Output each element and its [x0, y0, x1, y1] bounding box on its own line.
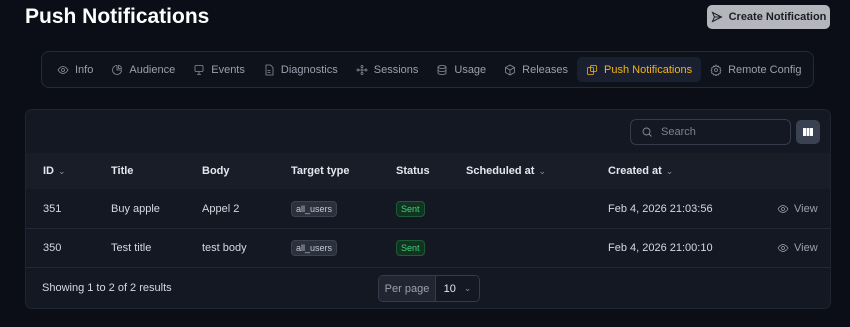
tab-label: Events: [211, 63, 245, 76]
eye-icon: [777, 205, 789, 213]
cell-status: Sent: [396, 228, 425, 268]
results-summary: Showing 1 to 2 of 2 results: [42, 282, 172, 294]
view-label: View: [794, 203, 818, 215]
tab-sessions[interactable]: Sessions: [347, 57, 428, 82]
tab-label: Info: [75, 63, 94, 76]
column-header-label: Target type: [291, 165, 350, 177]
table-row: 350 Test title test body all_users Sent …: [26, 228, 830, 268]
columns-button[interactable]: [796, 120, 820, 144]
view-link[interactable]: View: [777, 228, 818, 268]
column-header-title: Title: [111, 153, 133, 189]
cell-body: Appel 2: [202, 203, 240, 215]
network-icon: [356, 64, 368, 75]
columns-icon: [803, 128, 813, 136]
per-page-value: 10: [443, 282, 456, 295]
cell-id: 351: [43, 203, 62, 215]
tab-label: Sessions: [373, 63, 419, 76]
view-link[interactable]: View: [777, 189, 818, 229]
search-icon: [642, 127, 652, 137]
per-page-control: Per page 10 ⌄: [378, 275, 480, 302]
chevron-down-icon: ⌄: [665, 165, 674, 176]
tab-info[interactable]: Info: [48, 57, 102, 82]
tab-label: Releases: [522, 63, 569, 76]
status-badge: Sent: [396, 201, 425, 217]
tab-events[interactable]: Events: [184, 57, 254, 82]
search-input[interactable]: [661, 126, 781, 138]
tab-bar: Info Audience Events Diagnostics Session…: [41, 51, 814, 88]
cell-id: 350: [43, 242, 62, 254]
cell-title: Buy apple: [111, 203, 160, 215]
gear-icon: [710, 63, 722, 76]
column-header-label: Scheduled at: [466, 165, 535, 177]
column-header-label: ID: [43, 165, 54, 177]
tab-label: Diagnostics: [280, 63, 338, 76]
push-icon: [587, 64, 597, 75]
column-header-created-at[interactable]: Created at ⌄: [608, 153, 673, 189]
column-header-label: Created at: [608, 165, 662, 177]
column-header-label: Status: [396, 165, 430, 177]
cell-status: Sent: [396, 189, 425, 229]
column-header-label: Title: [111, 165, 134, 177]
chevron-down-icon: ⌄: [58, 165, 66, 176]
tab-diagnostics[interactable]: Diagnostics: [254, 57, 347, 82]
pie-chart-icon: [112, 64, 123, 75]
create-notification-label: Create Notification: [728, 11, 827, 23]
cell-title: Test title: [111, 242, 152, 254]
cell-created-at: Feb 4, 2026 21:03:56: [608, 203, 713, 215]
monitor-icon: [194, 64, 204, 75]
tab-label: Usage: [454, 63, 487, 76]
cell-created-at: Feb 4, 2026 21:00:10: [608, 242, 713, 254]
tab-push-notifications[interactable]: Push Notifications: [577, 57, 702, 82]
column-header-body: Body: [202, 153, 230, 189]
create-notification-button[interactable]: Create Notification: [707, 5, 830, 29]
tab-remote-config[interactable]: Remote Config: [701, 57, 810, 82]
column-header-status: Status: [396, 153, 430, 189]
cell-body: test body: [202, 242, 247, 254]
search-box[interactable]: [630, 119, 791, 145]
tab-releases[interactable]: Releases: [495, 57, 577, 82]
cell-target-type: all_users: [291, 189, 338, 229]
tab-label: Audience: [129, 63, 176, 76]
page-title: Push Notifications: [25, 5, 210, 28]
column-header-target-type: Target type: [291, 153, 349, 189]
cell-target-type: all_users: [291, 228, 338, 268]
table-row: 351 Buy apple Appel 2 all_users Sent Feb…: [26, 189, 830, 229]
send-icon: [711, 11, 723, 23]
per-page-select[interactable]: 10 ⌄: [436, 276, 479, 301]
status-badge: Sent: [396, 240, 425, 256]
column-header-id[interactable]: ID ⌄: [43, 153, 66, 189]
tab-usage[interactable]: Usage: [427, 57, 495, 82]
chevron-down-icon: ⌄: [463, 283, 472, 293]
tab-audience[interactable]: Audience: [102, 57, 184, 82]
tab-label: Remote Config: [728, 63, 802, 76]
column-header-label: Body: [202, 165, 230, 177]
document-icon: [265, 64, 274, 75]
chevron-down-icon: ⌄: [538, 165, 547, 176]
database-icon: [437, 64, 447, 75]
eye-icon: [57, 65, 69, 74]
target-type-badge: all_users: [291, 240, 338, 256]
tab-label: Push Notifications: [604, 63, 693, 76]
view-label: View: [794, 242, 818, 254]
per-page-label: Per page: [379, 276, 436, 301]
column-header-scheduled-at[interactable]: Scheduled at ⌄: [466, 153, 546, 189]
target-type-badge: all_users: [291, 201, 338, 217]
notifications-table-panel: ID ⌄ Title Body Target type Status Schedu…: [25, 109, 831, 309]
table-header: ID ⌄ Title Body Target type Status Schedu…: [26, 153, 830, 189]
eye-icon: [777, 244, 789, 252]
package-icon: [505, 64, 516, 75]
